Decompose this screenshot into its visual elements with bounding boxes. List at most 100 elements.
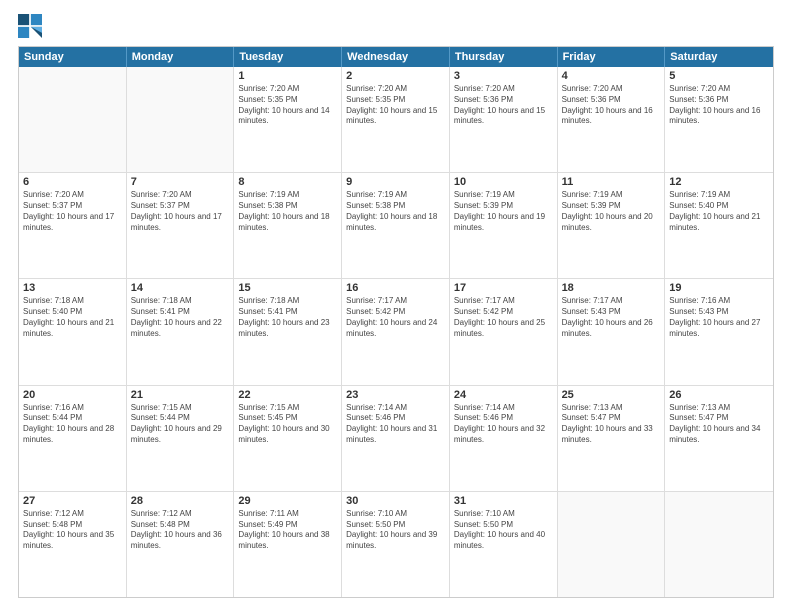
day-number: 24: [454, 389, 553, 401]
day-number: 16: [346, 282, 445, 294]
calendar-cell: 6 Sunrise: 7:20 AMSunset: 5:37 PMDaylight…: [19, 173, 127, 278]
cell-info: Sunrise: 7:14 AMSunset: 5:46 PMDaylight:…: [346, 403, 445, 446]
day-number: 13: [23, 282, 122, 294]
day-number: 9: [346, 176, 445, 188]
cell-info: Sunrise: 7:10 AMSunset: 5:50 PMDaylight:…: [346, 509, 445, 552]
day-number: 22: [238, 389, 337, 401]
calendar-cell: 16 Sunrise: 7:17 AMSunset: 5:42 PMDayligh…: [342, 279, 450, 384]
cell-info: Sunrise: 7:16 AMSunset: 5:44 PMDaylight:…: [23, 403, 122, 446]
calendar-body: 1 Sunrise: 7:20 AMSunset: 5:35 PMDaylight…: [19, 67, 773, 597]
calendar-cell: 25 Sunrise: 7:13 AMSunset: 5:47 PMDayligh…: [558, 386, 666, 491]
day-number: 21: [131, 389, 230, 401]
cell-info: Sunrise: 7:17 AMSunset: 5:42 PMDaylight:…: [454, 296, 553, 339]
day-number: 31: [454, 495, 553, 507]
calendar-cell: 17 Sunrise: 7:17 AMSunset: 5:42 PMDayligh…: [450, 279, 558, 384]
calendar-cell: 5 Sunrise: 7:20 AMSunset: 5:36 PMDaylight…: [665, 67, 773, 172]
cell-info: Sunrise: 7:17 AMSunset: 5:42 PMDaylight:…: [346, 296, 445, 339]
weekday-header: Friday: [558, 47, 666, 67]
day-number: 18: [562, 282, 661, 294]
day-number: 1: [238, 70, 337, 82]
calendar-cell: [19, 67, 127, 172]
day-number: 15: [238, 282, 337, 294]
cell-info: Sunrise: 7:19 AMSunset: 5:38 PMDaylight:…: [238, 190, 337, 233]
calendar-cell: 22 Sunrise: 7:15 AMSunset: 5:45 PMDayligh…: [234, 386, 342, 491]
cell-info: Sunrise: 7:11 AMSunset: 5:49 PMDaylight:…: [238, 509, 337, 552]
cell-info: Sunrise: 7:20 AMSunset: 5:36 PMDaylight:…: [562, 84, 661, 127]
cell-info: Sunrise: 7:14 AMSunset: 5:46 PMDaylight:…: [454, 403, 553, 446]
calendar-week: 6 Sunrise: 7:20 AMSunset: 5:37 PMDaylight…: [19, 173, 773, 279]
calendar-cell: 30Sunrise: 7:10 AMSunset: 5:50 PMDayligh…: [342, 492, 450, 597]
cell-info: Sunrise: 7:13 AMSunset: 5:47 PMDaylight:…: [562, 403, 661, 446]
header: [18, 14, 774, 38]
calendar-cell: 26 Sunrise: 7:13 AMSunset: 5:47 PMDayligh…: [665, 386, 773, 491]
calendar-cell: 12Sunrise: 7:19 AMSunset: 5:40 PMDayligh…: [665, 173, 773, 278]
day-number: 26: [669, 389, 769, 401]
calendar: SundayMondayTuesdayWednesdayThursdayFrid…: [18, 46, 774, 598]
cell-info: Sunrise: 7:13 AMSunset: 5:47 PMDaylight:…: [669, 403, 769, 446]
cell-info: Sunrise: 7:17 AMSunset: 5:43 PMDaylight:…: [562, 296, 661, 339]
day-number: 8: [238, 176, 337, 188]
day-number: 17: [454, 282, 553, 294]
day-number: 12: [669, 176, 769, 188]
calendar-week: 1 Sunrise: 7:20 AMSunset: 5:35 PMDaylight…: [19, 67, 773, 173]
cell-info: Sunrise: 7:19 AMSunset: 5:39 PMDaylight:…: [562, 190, 661, 233]
calendar-cell: 23 Sunrise: 7:14 AMSunset: 5:46 PMDayligh…: [342, 386, 450, 491]
cell-info: Sunrise: 7:20 AMSunset: 5:36 PMDaylight:…: [669, 84, 769, 127]
day-number: 25: [562, 389, 661, 401]
logo-icon: [18, 14, 42, 38]
calendar-cell: 7 Sunrise: 7:20 AMSunset: 5:37 PMDaylight…: [127, 173, 235, 278]
calendar-cell: 29 Sunrise: 7:11 AMSunset: 5:49 PMDayligh…: [234, 492, 342, 597]
cell-info: Sunrise: 7:12 AMSunset: 5:48 PMDaylight:…: [23, 509, 122, 552]
day-number: 4: [562, 70, 661, 82]
weekday-header: Saturday: [665, 47, 773, 67]
calendar-cell: 11 Sunrise: 7:19 AMSunset: 5:39 PMDayligh…: [558, 173, 666, 278]
day-number: 27: [23, 495, 122, 507]
cell-info: Sunrise: 7:20 AMSunset: 5:37 PMDaylight:…: [23, 190, 122, 233]
calendar-cell: 10 Sunrise: 7:19 AMSunset: 5:39 PMDayligh…: [450, 173, 558, 278]
cell-info: Sunrise: 7:15 AMSunset: 5:45 PMDaylight:…: [238, 403, 337, 446]
cell-info: Sunrise: 7:20 AMSunset: 5:37 PMDaylight:…: [131, 190, 230, 233]
calendar-cell: 4 Sunrise: 7:20 AMSunset: 5:36 PMDaylight…: [558, 67, 666, 172]
cell-info: Sunrise: 7:15 AMSunset: 5:44 PMDaylight:…: [131, 403, 230, 446]
calendar-cell: 15 Sunrise: 7:18 AMSunset: 5:41 PMDayligh…: [234, 279, 342, 384]
calendar-cell: 21 Sunrise: 7:15 AMSunset: 5:44 PMDayligh…: [127, 386, 235, 491]
calendar-cell: 31Sunrise: 7:10 AMSunset: 5:50 PMDayligh…: [450, 492, 558, 597]
day-number: 2: [346, 70, 445, 82]
day-number: 20: [23, 389, 122, 401]
day-number: 23: [346, 389, 445, 401]
calendar-cell: 24 Sunrise: 7:14 AMSunset: 5:46 PMDayligh…: [450, 386, 558, 491]
day-number: 3: [454, 70, 553, 82]
day-number: 29: [238, 495, 337, 507]
day-number: 10: [454, 176, 553, 188]
cell-info: Sunrise: 7:20 AMSunset: 5:35 PMDaylight:…: [346, 84, 445, 127]
calendar-cell: 20 Sunrise: 7:16 AMSunset: 5:44 PMDayligh…: [19, 386, 127, 491]
calendar-header: SundayMondayTuesdayWednesdayThursdayFrid…: [19, 47, 773, 67]
day-number: 28: [131, 495, 230, 507]
weekday-header: Tuesday: [234, 47, 342, 67]
calendar-week: 13Sunrise: 7:18 AMSunset: 5:40 PMDayligh…: [19, 279, 773, 385]
day-number: 6: [23, 176, 122, 188]
calendar-cell: [558, 492, 666, 597]
day-number: 11: [562, 176, 661, 188]
cell-info: Sunrise: 7:18 AMSunset: 5:41 PMDaylight:…: [238, 296, 337, 339]
calendar-week: 27 Sunrise: 7:12 AMSunset: 5:48 PMDayligh…: [19, 492, 773, 597]
calendar-cell: 1 Sunrise: 7:20 AMSunset: 5:35 PMDaylight…: [234, 67, 342, 172]
weekday-header: Thursday: [450, 47, 558, 67]
calendar-cell: 2 Sunrise: 7:20 AMSunset: 5:35 PMDaylight…: [342, 67, 450, 172]
cell-info: Sunrise: 7:16 AMSunset: 5:43 PMDaylight:…: [669, 296, 769, 339]
calendar-cell: [127, 67, 235, 172]
calendar-cell: 28Sunrise: 7:12 AMSunset: 5:48 PMDayligh…: [127, 492, 235, 597]
day-number: 5: [669, 70, 769, 82]
calendar-cell: 19Sunrise: 7:16 AMSunset: 5:43 PMDayligh…: [665, 279, 773, 384]
calendar-cell: 14Sunrise: 7:18 AMSunset: 5:41 PMDayligh…: [127, 279, 235, 384]
day-number: 7: [131, 176, 230, 188]
page: SundayMondayTuesdayWednesdayThursdayFrid…: [0, 0, 792, 612]
calendar-cell: [665, 492, 773, 597]
calendar-cell: 13Sunrise: 7:18 AMSunset: 5:40 PMDayligh…: [19, 279, 127, 384]
cell-info: Sunrise: 7:18 AMSunset: 5:41 PMDaylight:…: [131, 296, 230, 339]
weekday-header: Wednesday: [342, 47, 450, 67]
cell-info: Sunrise: 7:19 AMSunset: 5:39 PMDaylight:…: [454, 190, 553, 233]
calendar-cell: 3Sunrise: 7:20 AMSunset: 5:36 PMDaylight…: [450, 67, 558, 172]
cell-info: Sunrise: 7:20 AMSunset: 5:35 PMDaylight:…: [238, 84, 337, 127]
weekday-header: Monday: [127, 47, 235, 67]
